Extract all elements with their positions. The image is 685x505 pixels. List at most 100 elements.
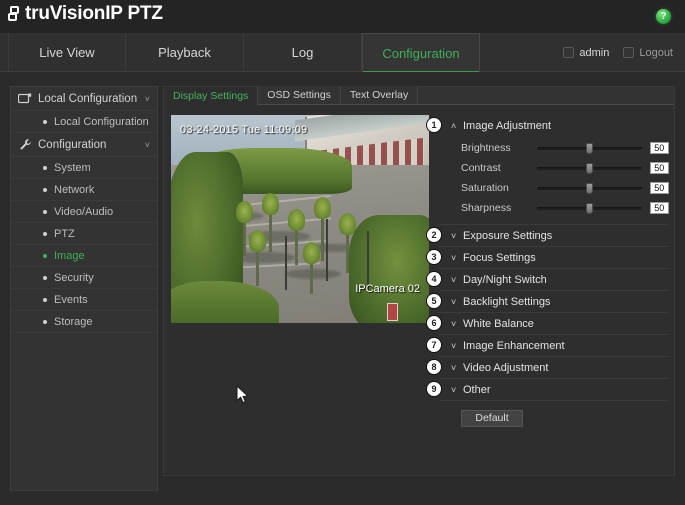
sidebar-item-ptz[interactable]: PTZ [11, 223, 157, 245]
default-button[interactable]: Default [461, 410, 523, 427]
logout-button[interactable]: Logout [623, 47, 673, 59]
section-title: Day/Night Switch [463, 273, 547, 286]
chevron-down-icon: ˅ [451, 362, 457, 373]
chevron-down-icon: ˅ [451, 274, 457, 285]
bullet-icon [43, 253, 47, 258]
section-title: Backlight Settings [463, 295, 551, 308]
tab-osd-settings[interactable]: OSD Settings [258, 86, 341, 104]
sidebar-item-system[interactable]: System [11, 157, 157, 179]
osd-timestamp: 03-24-2015 Tue 11:09:09 [180, 124, 308, 136]
section-title: Focus Settings [463, 251, 536, 264]
sidebar-group-local-configuration[interactable]: Local Configuration ˅ [11, 87, 157, 111]
bullet-icon [43, 319, 47, 324]
user-icon [563, 47, 575, 58]
sidebar-item-local-configuration[interactable]: Local Configuration [11, 111, 157, 133]
main-panel: Display Settings OSD Settings Text Overl… [163, 86, 675, 476]
section-focus-settings: 3 ˅ Focus Settings [427, 247, 669, 269]
sidebar: Local Configuration ˅ Local Configuratio… [10, 86, 158, 491]
logout-icon [623, 47, 635, 58]
help-question-icon[interactable]: ? [656, 9, 671, 24]
section-header-backlight-settings[interactable]: ˅ Backlight Settings [439, 291, 669, 312]
sharpness-slider[interactable] [537, 201, 642, 215]
section-header-image-adjustment[interactable]: ˄ Image Adjustment [439, 115, 669, 136]
sidebar-item-video-audio[interactable]: Video/Audio [11, 201, 157, 223]
section-number-badge: 3 [427, 250, 441, 264]
tab-playback[interactable]: Playback [126, 33, 244, 72]
brand-product: IP PTZ [105, 3, 163, 24]
brand-logo: truVision IP PTZ [8, 4, 163, 24]
section-title: Image Enhancement [463, 339, 565, 352]
sidebar-item-label: PTZ [54, 227, 75, 240]
saturation-value[interactable]: 50 [649, 182, 669, 194]
section-body-image-adjustment: Brightness 50 Contrast 50 Saturation 50 … [439, 136, 669, 224]
logout-label: Logout [639, 46, 673, 59]
sidebar-item-label: Security [54, 271, 94, 284]
chevron-down-icon: ˅ [144, 93, 150, 104]
control-brightness: Brightness 50 [439, 138, 669, 158]
chevron-down-icon: ˅ [451, 340, 457, 351]
section-image-enhancement: 7 ˅ Image Enhancement [427, 335, 669, 357]
section-exposure-settings: 2 ˅ Exposure Settings [427, 225, 669, 247]
bullet-icon [43, 209, 47, 214]
bullet-icon [43, 187, 47, 192]
osd-camera-name: IPCamera 02 [355, 283, 420, 295]
tab-configuration[interactable]: Configuration [362, 33, 480, 73]
section-header-other[interactable]: ˅ Other [439, 379, 669, 400]
sidebar-item-label: Network [54, 183, 95, 196]
sidebar-group-configuration[interactable]: Configuration ˅ [11, 133, 157, 157]
section-header-exposure-settings[interactable]: ˅ Exposure Settings [439, 225, 669, 246]
section-header-image-enhancement[interactable]: ˅ Image Enhancement [439, 335, 669, 356]
tab-log[interactable]: Log [244, 33, 362, 72]
sidebar-item-network[interactable]: Network [11, 179, 157, 201]
video-preview[interactable]: 03-24-2015 Tue 11:09:09 IPCamera 02 [171, 115, 429, 323]
section-header-white-balance[interactable]: ˅ White Balance [439, 313, 669, 334]
section-number-badge: 8 [427, 360, 441, 374]
section-title: Image Adjustment [463, 119, 552, 132]
section-day-night-switch: 4 ˅ Day/Night Switch [427, 269, 669, 291]
section-header-video-adjustment[interactable]: ˅ Video Adjustment [439, 357, 669, 378]
contrast-label: Contrast [461, 162, 501, 174]
sidebar-item-security[interactable]: Security [11, 267, 157, 289]
monitor-icon [18, 92, 32, 105]
default-button-row: Default [439, 401, 669, 427]
section-number-badge: 6 [427, 316, 441, 330]
sharpness-value[interactable]: 50 [649, 202, 669, 214]
section-video-adjustment: 8 ˅ Video Adjustment [427, 357, 669, 379]
sidebar-item-image[interactable]: Image [11, 245, 157, 267]
brightness-slider[interactable] [537, 141, 642, 155]
image-settings-list: 1 ˄ Image Adjustment Brightness 50 Contr… [427, 115, 669, 427]
sidebar-group-title: Local Configuration [38, 92, 138, 105]
section-number-badge: 2 [427, 228, 441, 242]
sharpness-label: Sharpness [461, 202, 512, 214]
section-image-adjustment: 1 ˄ Image Adjustment Brightness 50 Contr… [427, 115, 669, 225]
sidebar-item-label: Storage [54, 315, 93, 328]
tab-live-view[interactable]: Live View [8, 33, 126, 72]
brightness-value[interactable]: 50 [649, 142, 669, 154]
chevron-up-icon: ˄ [451, 120, 457, 131]
chevron-down-icon: ˅ [451, 296, 457, 307]
section-header-day-night-switch[interactable]: ˅ Day/Night Switch [439, 269, 669, 290]
tab-display-settings[interactable]: Display Settings [164, 87, 259, 105]
section-number-badge: 4 [427, 272, 441, 286]
section-white-balance: 6 ˅ White Balance [427, 313, 669, 335]
current-user[interactable]: admin [563, 47, 609, 59]
saturation-slider[interactable] [537, 181, 642, 195]
contrast-slider[interactable] [537, 161, 642, 175]
sidebar-item-events[interactable]: Events [11, 289, 157, 311]
sub-tab-bar: Display Settings OSD Settings Text Overl… [164, 86, 674, 105]
contrast-value[interactable]: 50 [649, 162, 669, 174]
section-number-badge: 9 [427, 382, 441, 396]
section-title: White Balance [463, 317, 534, 330]
chevron-down-icon: ˅ [144, 139, 150, 150]
tab-text-overlay[interactable]: Text Overlay [340, 86, 419, 104]
content-area: Local Configuration ˅ Local Configuratio… [0, 72, 685, 505]
section-header-focus-settings[interactable]: ˅ Focus Settings [439, 247, 669, 268]
sidebar-item-label: Events [54, 293, 88, 306]
brand-bar: truVision IP PTZ ? [0, 0, 685, 33]
sidebar-item-storage[interactable]: Storage [11, 311, 157, 333]
sidebar-group-title: Configuration [38, 138, 107, 151]
bullet-icon [43, 231, 47, 236]
bullet-icon [43, 275, 47, 280]
user-name: admin [579, 46, 610, 59]
saturation-label: Saturation [461, 182, 509, 194]
